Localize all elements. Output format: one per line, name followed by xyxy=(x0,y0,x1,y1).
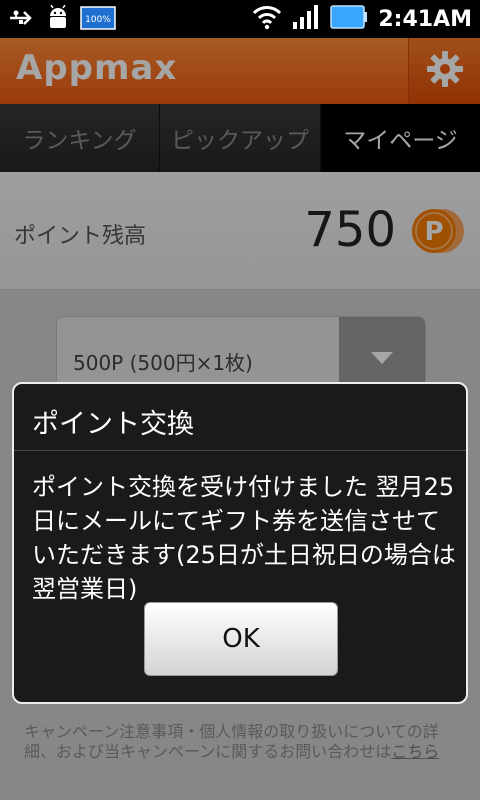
wifi-icon xyxy=(252,4,282,34)
battery-badge-icon: 100% xyxy=(80,6,116,34)
ok-button[interactable]: OK xyxy=(144,602,338,676)
android-icon xyxy=(46,4,70,35)
dialog-message: ポイント交換を受け付けました 翌月25日にメールにてギフト券を送信させていただき… xyxy=(32,473,456,603)
point-exchange-dialog: ポイント交換 ポイント交換を受け付けました 翌月25日にメールにてギフト券を送信… xyxy=(12,382,468,704)
battery-badge-text: 100% xyxy=(85,15,111,25)
status-time: 2:41AM xyxy=(378,6,472,32)
battery-icon xyxy=(330,5,368,33)
dialog-divider xyxy=(14,450,466,451)
status-bar: 100% 2:41AM xyxy=(0,0,480,38)
usb-icon xyxy=(8,7,36,33)
dialog-title: ポイント交換 xyxy=(32,409,194,440)
signal-icon xyxy=(292,4,320,34)
